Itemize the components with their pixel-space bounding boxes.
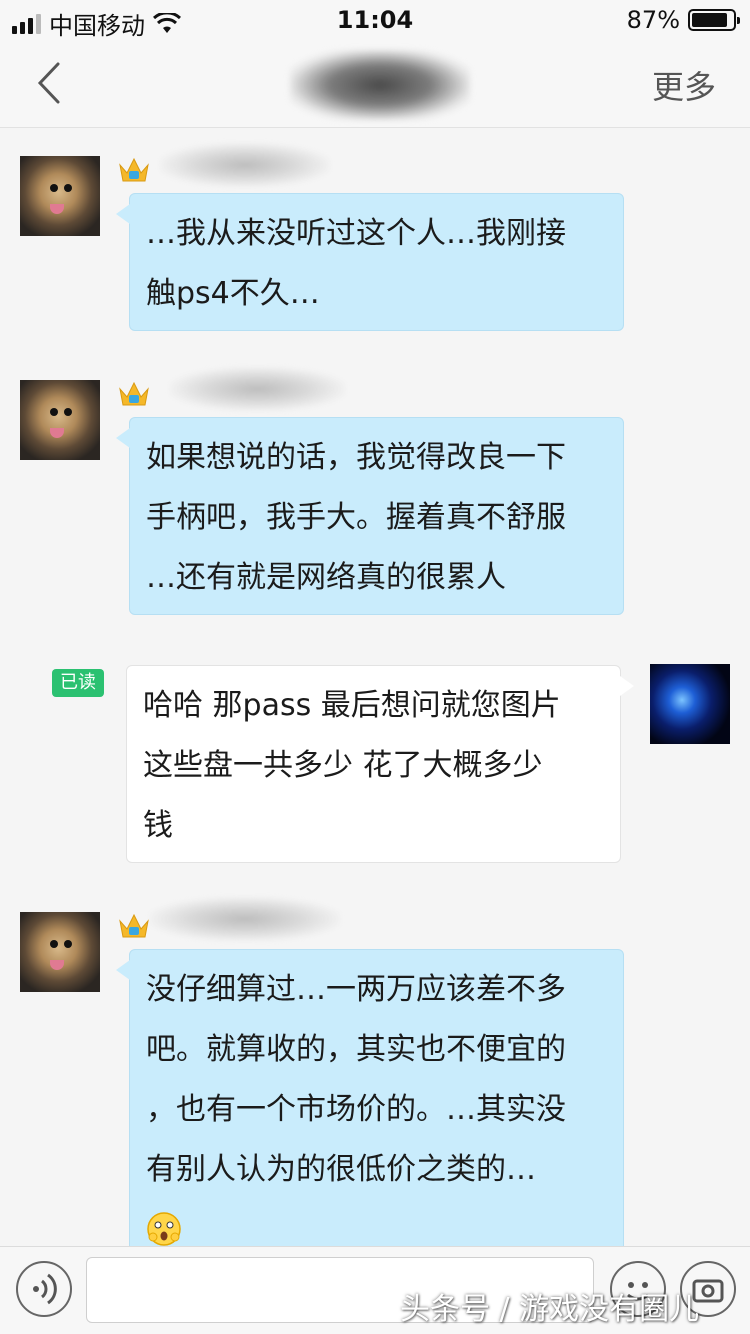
contact-avatar[interactable] (20, 380, 100, 460)
crown-icon (119, 381, 149, 406)
contact-avatar[interactable] (20, 156, 100, 236)
chat-thread[interactable]: …我从来没听过这个人…我刚接 触ps4不久… 如果想说的话，我觉得改良一下 手柄… (0, 129, 750, 1246)
crown-icon (119, 913, 149, 938)
status-right: 87% (626, 6, 740, 34)
blurred-sender-name (150, 897, 340, 941)
crown-icon (119, 157, 149, 182)
message-bubble[interactable]: …我从来没听过这个人…我刚接 触ps4不久… (116, 193, 624, 331)
my-avatar[interactable] (650, 664, 730, 744)
back-arrow-icon[interactable] (30, 58, 70, 108)
message-bubble[interactable]: 哈哈 那pass 最后想问就您图片 这些盘一共多少 花了大概多少 钱 (126, 665, 634, 863)
watermark-text: 头条号 / 游戏没有圈儿 (400, 1292, 700, 1327)
nav-bar: 更多 (0, 40, 750, 128)
message-bubble[interactable]: 如果想说的话，我觉得改良一下 手柄吧，我手大。握着真不舒服 …还有就是网络真的很… (116, 417, 624, 615)
status-bar: 中国移动 11:04 87% (0, 0, 750, 40)
blurred-sender-name (160, 143, 330, 187)
battery-percent: 87% (626, 6, 680, 34)
read-status-badge: 已读 (52, 669, 104, 697)
contact-avatar[interactable] (20, 912, 100, 992)
more-button[interactable]: 更多 (652, 62, 716, 108)
message-bubble[interactable]: 没仔细算过…一两万应该差不多 吧。就算收的，其实也不便宜的 ，也有一个市场价的。… (116, 949, 624, 1246)
shocked-emoji-icon (147, 1212, 181, 1246)
blurred-sender-name (170, 367, 345, 411)
voice-icon (33, 1273, 57, 1305)
blurred-contact-name (290, 50, 470, 120)
battery-icon (688, 9, 740, 31)
voice-button[interactable] (16, 1261, 72, 1317)
